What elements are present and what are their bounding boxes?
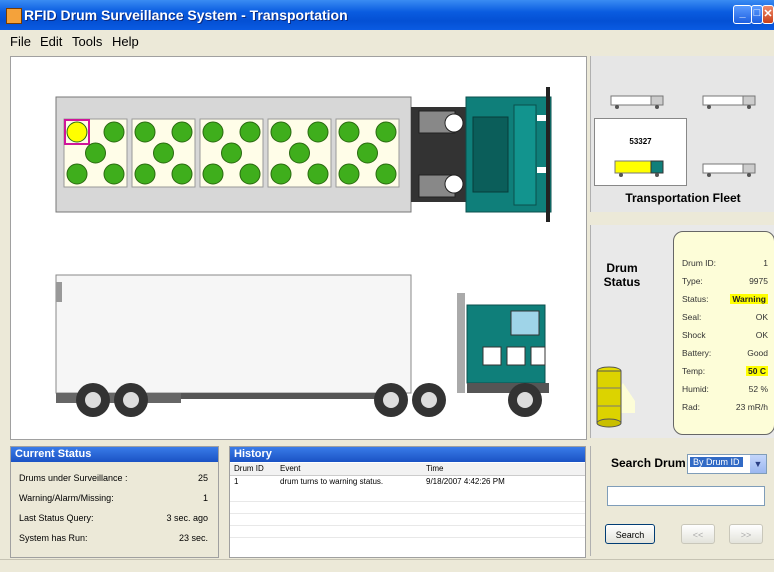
drum[interactable] [270, 163, 292, 185]
drum-grid [63, 118, 400, 188]
fleet-truck-2[interactable] [702, 95, 756, 109]
drum[interactable] [171, 163, 193, 185]
search-input[interactable] [607, 486, 765, 506]
drum[interactable] [85, 142, 106, 164]
history-row[interactable]: 1 drum turns to warning status. 9/18/200… [230, 476, 585, 488]
selected-truck-id: 53327 [629, 137, 652, 146]
drum[interactable] [239, 163, 261, 185]
drum[interactable] [338, 121, 360, 143]
history-panel: History Drum ID Event Time 1 drum turns … [229, 446, 586, 558]
history-title: History [230, 447, 585, 462]
drum[interactable] [134, 163, 156, 185]
drum[interactable] [239, 121, 261, 143]
search-mode-value: By Drum ID [690, 457, 743, 467]
drum[interactable] [221, 142, 242, 164]
status-row-shock: Shock OK [682, 330, 768, 340]
prev-button[interactable]: << [681, 524, 715, 544]
truck-diagram [55, 87, 552, 417]
drum[interactable] [375, 163, 397, 185]
col-time[interactable]: Time [426, 464, 443, 473]
drum[interactable] [171, 121, 193, 143]
menu-file[interactable]: File [10, 34, 31, 49]
drum[interactable] [202, 121, 224, 143]
menu-help[interactable]: Help [112, 34, 139, 49]
status-row-type: Type: 9975 [682, 276, 768, 286]
drum[interactable] [307, 121, 329, 143]
drum[interactable] [134, 121, 156, 143]
drum[interactable] [202, 163, 224, 185]
title-bar[interactable]: RFID Drum Surveillance System - Transpor… [0, 0, 774, 30]
minimize-button[interactable]: _ [733, 5, 752, 24]
drum[interactable] [66, 163, 88, 185]
app-window: RFID Drum Surveillance System - Transpor… [0, 0, 774, 572]
truck-canvas [10, 56, 587, 440]
maximize-icon: □ [753, 7, 761, 19]
chevron-down-icon[interactable]: ▼ [750, 455, 766, 473]
next-button[interactable]: >> [729, 524, 763, 544]
minimize-icon: _ [739, 7, 746, 19]
search-mode-dropdown[interactable]: By Drum ID ▼ [687, 454, 767, 474]
status-row-drum-id: Drum ID: 1 [682, 258, 768, 268]
drum-warning[interactable] [66, 121, 88, 143]
current-status-panel: Current Status Drums under Surveillance … [10, 446, 219, 558]
status-bar [0, 559, 774, 572]
current-status-title: Current Status [11, 447, 218, 462]
drum-barrel-icon [596, 366, 635, 428]
menu-edit[interactable]: Edit [40, 34, 62, 49]
drum-status-callout: Drum ID: 1 Type: 9975 Status: Warning Seal:… [673, 231, 774, 435]
drum[interactable] [270, 121, 292, 143]
status-row-rad: Rad: 23 mR/h [682, 402, 768, 412]
close-icon: ✕ [763, 8, 773, 20]
status-row-battery: Battery: Good [682, 348, 768, 358]
status-row-humid: Humid: 52 % [682, 384, 768, 394]
drum[interactable] [307, 163, 329, 185]
drum[interactable] [357, 142, 378, 164]
drum-status-heading: Drum Status [603, 261, 641, 289]
status-row-temp: Temp: 50 C [682, 366, 768, 376]
search-drum-label: Search Drum [611, 456, 686, 470]
drum-status-panel: Drum Status Drum ID: 1 Type: 9975 Status: W… [590, 225, 774, 438]
fleet-truck-4[interactable] [702, 163, 756, 177]
fleet-panel: 53327 Transportation Fleet [590, 56, 774, 212]
fleet-truck-1[interactable] [610, 95, 664, 109]
drum[interactable] [103, 121, 125, 143]
menu-tools[interactable]: Tools [72, 34, 102, 49]
app-icon[interactable] [6, 8, 22, 24]
fleet-title: Transportation Fleet [625, 191, 741, 205]
drum[interactable] [153, 142, 174, 164]
drum[interactable] [375, 121, 397, 143]
status-row-status: Status: Warning [682, 294, 768, 304]
menu-bar: File Edit Tools Help [0, 30, 774, 52]
search-button[interactable]: Search [605, 524, 655, 544]
drum[interactable] [103, 163, 125, 185]
col-event[interactable]: Event [280, 464, 300, 473]
drum[interactable] [338, 163, 360, 185]
window-title: RFID Drum Surveillance System - Transpor… [24, 7, 348, 23]
close-button[interactable]: ✕ [762, 5, 774, 24]
status-row-seal: Seal: OK [682, 312, 768, 322]
col-drum-id[interactable]: Drum ID [234, 464, 264, 473]
search-panel: Search Drum By Drum ID ▼ Search << >> [590, 446, 774, 556]
trailer-side-view [55, 274, 412, 394]
drum[interactable] [289, 142, 310, 164]
fleet-truck-selected[interactable]: 53327 [594, 118, 687, 186]
history-header-row: Drum ID Event Time [230, 463, 585, 476]
